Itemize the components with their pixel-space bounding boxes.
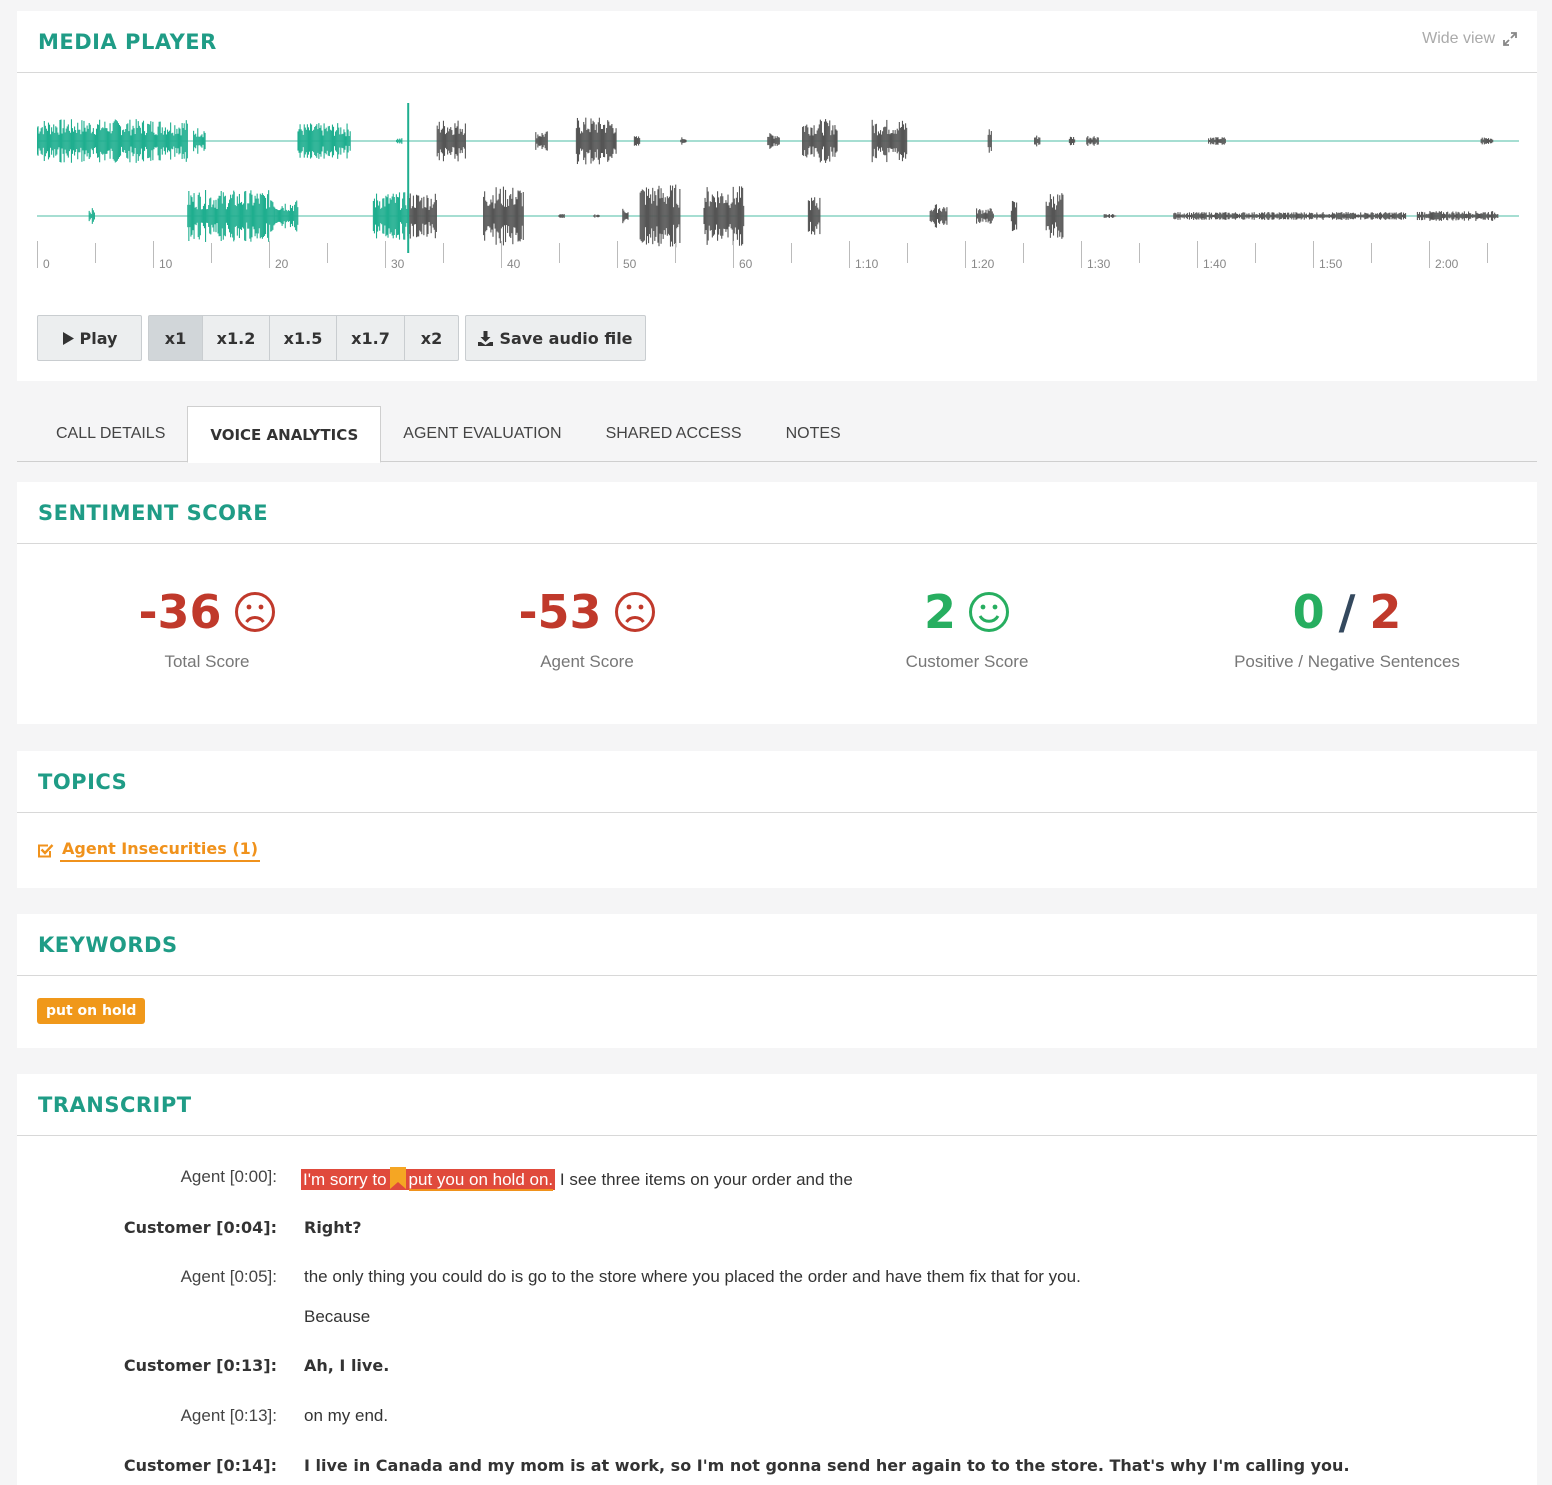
topics-panel: TOPICS Agent Insecurities (1) (17, 751, 1537, 888)
speaker-label: Customer [0:14]: (123, 1456, 277, 1475)
transcript-header: TRANSCRIPT (17, 1074, 1537, 1136)
sentiment-title: SENTIMENT SCORE (38, 500, 269, 525)
speaker-label: Agent [0:13]: (180, 1406, 277, 1425)
media-player-header: MEDIA PLAYER (17, 11, 1537, 73)
timeline-label: 20 (275, 257, 289, 271)
play-label: Play (79, 328, 118, 348)
save-audio-button[interactable]: Save audio file (465, 315, 646, 361)
timeline-label: 60 (739, 257, 753, 271)
positive-sentences-value: 0 (1292, 585, 1325, 639)
analytics-tabs: CALL DETAILS VOICE ANALYTICS AGENT EVALU… (17, 406, 1537, 463)
timeline-label: 1:30 (1087, 257, 1111, 271)
highlight-text-start: I'm sorry to (303, 1170, 387, 1189)
agent-score: -53 Agent Score (397, 585, 777, 672)
customer-score-label: Customer Score (905, 652, 1029, 671)
timeline-label: 1:40 (1203, 257, 1227, 271)
play-button[interactable]: Play (37, 315, 142, 361)
total-score-value: -36 (138, 585, 222, 639)
expand-icon (1503, 32, 1517, 46)
media-player-panel: MEDIA PLAYER Wide view 0 10 20 30 40 50 60 1:10… (17, 11, 1537, 381)
utterance-text: I live in Canada and my mom is at work, … (304, 1456, 1350, 1475)
audio-waveform[interactable]: 0 10 20 30 40 50 60 1:10 1:20 1:30 1:40 1:50 2:00 (37, 91, 1519, 276)
keywords-header: KEYWORDS (17, 914, 1537, 976)
sentiment-scores: -36 Total Score -53 Agent Score 2 Custom… (17, 585, 1537, 672)
timeline-label: 10 (159, 257, 173, 271)
sentiment-header: SENTIMENT SCORE (17, 482, 1537, 544)
bookmark-icon[interactable] (389, 1167, 407, 1189)
utterance-text: the only thing you could do is go to the… (304, 1267, 1081, 1286)
customer-score: 2 Customer Score (777, 585, 1157, 672)
tab-notes[interactable]: NOTES (764, 406, 863, 462)
tab-call-details[interactable]: CALL DETAILS (17, 406, 187, 462)
topics-header: TOPICS (17, 751, 1537, 813)
topic-item[interactable]: Agent Insecurities (1) (37, 839, 261, 862)
speed-x1-2-button[interactable]: x1.2 (202, 315, 270, 361)
speaker-label: Agent [0:00]: (180, 1167, 277, 1186)
speed-x1-7-button[interactable]: x1.7 (336, 315, 405, 361)
wide-view-toggle[interactable]: Wide view (1422, 30, 1517, 48)
utterance-text: Because (304, 1307, 371, 1326)
utterance-text: I'm sorry to put you on hold on. I see th… (301, 1167, 853, 1191)
checkbox-checked-icon (38, 844, 54, 858)
happy-face-icon (969, 592, 1009, 632)
sentence-counts-label: Positive / Negative Sentences (1234, 652, 1460, 671)
speaker-label: Agent [0:05]: (180, 1267, 277, 1286)
timeline-label: 40 (507, 257, 521, 271)
agent-score-label: Agent Score (540, 652, 634, 671)
wide-view-label: Wide view (1422, 30, 1495, 47)
play-icon (62, 331, 74, 345)
sentiment-score-panel: SENTIMENT SCORE -36 Total Score -53 Agen… (17, 482, 1537, 724)
timeline-label: 30 (391, 257, 405, 271)
timeline-label: 1:10 (855, 257, 879, 271)
total-score-label: Total Score (164, 652, 250, 671)
keywords-panel: KEYWORDS put on hold (17, 914, 1537, 1048)
timeline-label: 1:20 (971, 257, 995, 271)
total-score: -36 Total Score (17, 585, 397, 672)
negative-sentences-value: 2 (1369, 585, 1402, 639)
speed-x1-button[interactable]: x1 (148, 315, 203, 361)
utterance-rest: I see three items on your order and the (555, 1170, 853, 1189)
sentences-separator: / (1338, 585, 1356, 639)
keyword-badge[interactable]: put on hold (37, 998, 146, 1024)
speaker-label: Customer [0:04]: (123, 1218, 277, 1237)
customer-score-value: 2 (923, 585, 956, 639)
save-audio-label: Save audio file (499, 328, 633, 348)
agent-score-value: -53 (518, 585, 602, 639)
tab-voice-analytics[interactable]: VOICE ANALYTICS (187, 406, 382, 463)
tab-agent-evaluation[interactable]: AGENT EVALUATION (381, 406, 583, 462)
topics-title: TOPICS (38, 769, 128, 794)
media-player-title: MEDIA PLAYER (38, 29, 217, 54)
topic-label[interactable]: Agent Insecurities (1) (60, 839, 261, 862)
utterance-text: Ah, I live. (304, 1356, 390, 1375)
speed-x2-button[interactable]: x2 (404, 315, 459, 361)
timeline-label: 1:50 (1319, 257, 1343, 271)
utterance-text: on my end. (304, 1406, 389, 1425)
speaker-label: Customer [0:13]: (123, 1356, 277, 1375)
sad-face-icon (234, 592, 275, 632)
timeline-label: 0 (43, 257, 50, 271)
sad-face-icon (614, 592, 655, 632)
speed-selector: x1 x1.2 x1.5 x1.7 x2 (148, 315, 459, 361)
keywords-title: KEYWORDS (38, 932, 178, 957)
tab-shared-access[interactable]: SHARED ACCESS (584, 406, 764, 462)
player-controls: Play x1 x1.2 x1.5 x1.7 x2 Save audio fil… (37, 315, 646, 361)
download-icon (478, 330, 494, 346)
sentence-counts: 0 / 2 Positive / Negative Sentences (1157, 585, 1537, 672)
utterance-text: Right? (304, 1218, 362, 1237)
speed-x1-5-button[interactable]: x1.5 (269, 315, 337, 361)
timeline-label: 50 (623, 257, 637, 271)
timeline-label: 2:00 (1435, 257, 1459, 271)
keyword-match: put you on hold on. (408, 1170, 554, 1191)
transcript-panel: TRANSCRIPT Agent [0:00]: I'm sorry to put… (17, 1074, 1537, 1485)
negative-sentence-highlight[interactable]: I'm sorry to put you on hold on. (301, 1167, 556, 1191)
transcript-title: TRANSCRIPT (38, 1092, 192, 1117)
